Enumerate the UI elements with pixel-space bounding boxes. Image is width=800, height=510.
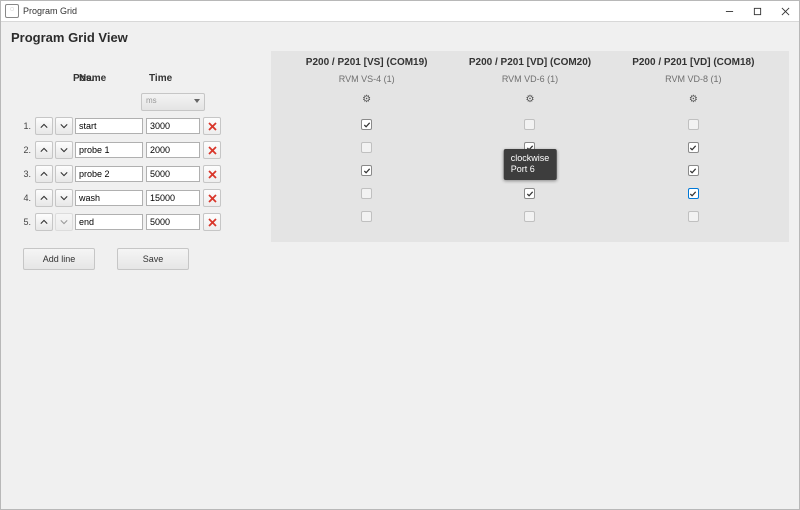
- row-index: 2.: [11, 145, 35, 155]
- gear-icon: ⚙︎: [689, 94, 698, 105]
- row-index: 4.: [11, 193, 35, 203]
- app-window: ◌ Program Grid Program Grid View Pos. Na…: [0, 0, 800, 510]
- delete-row-button[interactable]: [203, 165, 221, 183]
- grid-row: [285, 113, 775, 136]
- device-title: P200 / P201 [VD] (COM20): [448, 57, 611, 68]
- device-column-header: P200 / P201 [VS] (COM19) RVM VS-4 (1): [285, 57, 448, 84]
- grid-checkbox[interactable]: [361, 211, 372, 222]
- move-up-button[interactable]: [35, 189, 53, 207]
- move-down-button[interactable]: [55, 165, 73, 183]
- move-down-button[interactable]: [55, 117, 73, 135]
- minimize-button[interactable]: [715, 1, 743, 21]
- delete-row-button[interactable]: [203, 213, 221, 231]
- gear-icon: ⚙︎: [362, 94, 371, 105]
- step-time-input[interactable]: [146, 142, 200, 158]
- grid-checkbox[interactable]: [688, 188, 699, 199]
- step-name-input[interactable]: [75, 118, 143, 134]
- move-up-button[interactable]: [35, 213, 53, 231]
- row-index: 3.: [11, 169, 35, 179]
- tooltip-line1: clockwise: [511, 153, 550, 163]
- device-settings-button[interactable]: ⚙︎: [448, 94, 611, 105]
- program-row: 2.: [11, 138, 261, 162]
- maximize-button[interactable]: [743, 1, 771, 21]
- device-title: P200 / P201 [VD] (COM18): [612, 57, 775, 68]
- grid-checkbox[interactable]: [361, 119, 372, 130]
- tooltip-line2: Port 6: [511, 164, 535, 174]
- grid-row: [285, 182, 775, 205]
- window-title: Program Grid: [23, 6, 77, 16]
- time-unit-select[interactable]: ms: [141, 93, 205, 111]
- device-subtitle: RVM VD-6 (1): [448, 74, 611, 84]
- left-column-headers: Pos. Name Time: [11, 69, 261, 90]
- program-editor: Pos. Name Time ms 1. 2. 3. 4. 5. Add line Sa…: [11, 51, 261, 270]
- program-row: 4.: [11, 186, 261, 210]
- move-up-button[interactable]: [35, 141, 53, 159]
- cell-tooltip: clockwise Port 6: [504, 149, 557, 180]
- device-title: P200 / P201 [VS] (COM19): [285, 57, 448, 68]
- device-column-header: P200 / P201 [VD] (COM20) RVM VD-6 (1): [448, 57, 611, 84]
- move-up-button[interactable]: [35, 117, 53, 135]
- step-time-input[interactable]: [146, 214, 200, 230]
- row-index: 5.: [11, 217, 35, 227]
- grid-checkbox[interactable]: [688, 119, 699, 130]
- titlebar: ◌ Program Grid: [1, 1, 799, 22]
- device-subtitle: RVM VD-8 (1): [612, 74, 775, 84]
- grid-checkbox[interactable]: [688, 142, 699, 153]
- save-button[interactable]: Save: [117, 248, 189, 270]
- app-icon: ◌: [5, 4, 19, 18]
- device-settings-button[interactable]: ⚙︎: [612, 94, 775, 105]
- move-down-button[interactable]: [55, 141, 73, 159]
- grid-checkbox[interactable]: [688, 211, 699, 222]
- delete-row-button[interactable]: [203, 141, 221, 159]
- move-down-button[interactable]: [55, 189, 73, 207]
- close-button[interactable]: [771, 1, 799, 21]
- program-row: 5.: [11, 210, 261, 234]
- delete-row-button[interactable]: [203, 117, 221, 135]
- grid-row: [285, 205, 775, 228]
- row-index: 1.: [11, 121, 35, 131]
- delete-row-button[interactable]: [203, 189, 221, 207]
- device-grid: P200 / P201 [VS] (COM19)RVM VS-4 (1)P200…: [271, 51, 789, 242]
- grid-checkbox[interactable]: [524, 119, 535, 130]
- step-name-input[interactable]: [75, 190, 143, 206]
- grid-checkbox[interactable]: [524, 211, 535, 222]
- step-time-input[interactable]: [146, 190, 200, 206]
- step-time-input[interactable]: [146, 166, 200, 182]
- move-up-button[interactable]: [35, 165, 53, 183]
- grid-checkbox[interactable]: [361, 165, 372, 176]
- time-unit-row: ms: [11, 90, 261, 114]
- step-name-input[interactable]: [75, 166, 143, 182]
- move-down-button[interactable]: [55, 213, 73, 231]
- add-line-button[interactable]: Add line: [23, 248, 95, 270]
- page-title: Program Grid View: [1, 22, 799, 51]
- header-time: Time: [147, 73, 203, 84]
- grid-checkbox[interactable]: [361, 142, 372, 153]
- device-subtitle: RVM VS-4 (1): [285, 74, 448, 84]
- step-name-input[interactable]: [75, 142, 143, 158]
- device-column-header: P200 / P201 [VD] (COM18) RVM VD-8 (1): [612, 57, 775, 84]
- device-settings-button[interactable]: ⚙︎: [285, 94, 448, 105]
- program-row: 1.: [11, 114, 261, 138]
- step-name-input[interactable]: [75, 214, 143, 230]
- grid-checkbox[interactable]: [688, 165, 699, 176]
- gear-icon: ⚙︎: [526, 94, 535, 105]
- grid-checkbox[interactable]: [524, 188, 535, 199]
- grid-checkbox[interactable]: [361, 188, 372, 199]
- step-time-input[interactable]: [146, 118, 200, 134]
- header-name: Name: [77, 73, 147, 84]
- program-row: 3.: [11, 162, 261, 186]
